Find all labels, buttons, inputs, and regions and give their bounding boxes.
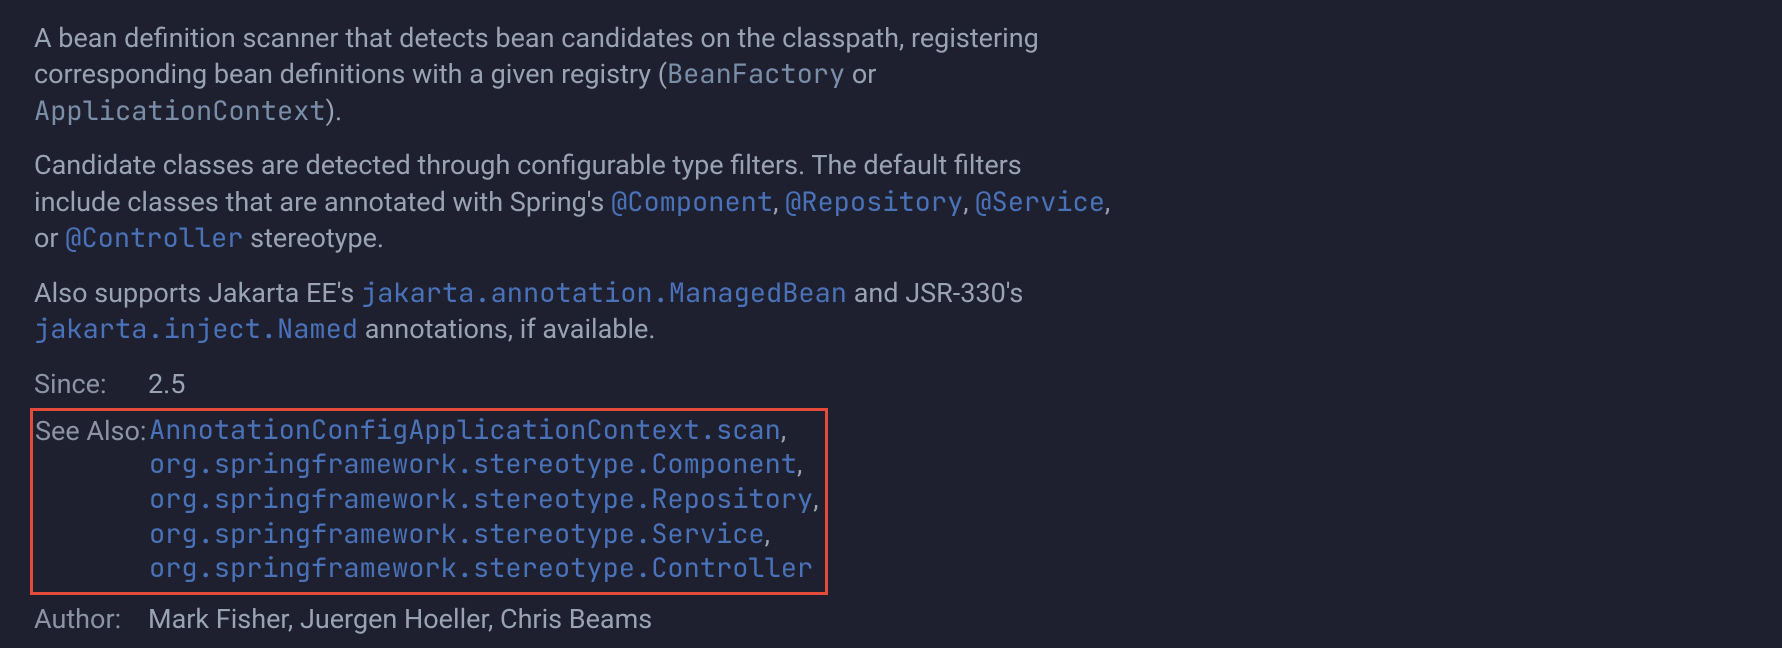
text: and JSR-330's [847,277,1023,309]
comma: , [797,448,802,480]
since-value: 2.5 [148,366,185,402]
text: or [845,58,876,90]
see-also-block: See Also: AnnotationConfigApplicationCon… [30,408,828,595]
link-controller[interactable]: @Controller [65,220,243,256]
code-literal: BeanFactory [667,56,845,92]
text: , [963,186,975,218]
link-named[interactable]: jakarta.inject.Named [34,311,358,347]
see-also-list: AnnotationConfigApplicationContext.scan,… [149,413,819,586]
code-literal: ApplicationContext [34,93,326,129]
text: A bean definition scanner that detects b… [34,22,1039,90]
see-also-label: See Also: [35,413,149,586]
see-also-link-0[interactable]: AnnotationConfigApplicationContext.scan [149,412,781,448]
comma: , [813,483,818,515]
see-also-link-4[interactable]: org.springframework.stereotype.Controlle… [149,550,813,586]
comma: , [781,414,786,446]
text: stereotype. [243,222,384,254]
link-managedbean[interactable]: jakarta.annotation.ManagedBean [361,275,847,311]
link-service[interactable]: @Service [975,184,1105,220]
author-label: Author: [34,601,148,637]
text: , [773,186,785,218]
text: ). [326,95,343,127]
see-also-link-1[interactable]: org.springframework.stereotype.Component [149,446,797,482]
comma: , [765,518,770,550]
see-also-link-3[interactable]: org.springframework.stereotype.Service [149,516,765,552]
javadoc-paragraph-1: A bean definition scanner that detects b… [34,20,1114,129]
javadoc-paragraph-2: Candidate classes are detected through c… [34,147,1114,256]
text: Also supports Jakarta EE's [34,277,361,309]
since-row: Since: 2.5 [34,366,1748,402]
see-also-link-2[interactable]: org.springframework.stereotype.Repositor… [149,481,813,517]
text: annotations, if available. [358,313,655,345]
author-row: Author: Mark Fisher, Juergen Hoeller, Ch… [34,601,1748,637]
since-label: Since: [34,366,148,402]
author-value: Mark Fisher, Juergen Hoeller, Chris Beam… [148,601,652,637]
javadoc-panel: A bean definition scanner that detects b… [0,0,1782,648]
link-component[interactable]: @Component [611,184,773,220]
link-repository[interactable]: @Repository [785,184,963,220]
javadoc-paragraph-3: Also supports Jakarta EE's jakarta.annot… [34,275,1114,348]
